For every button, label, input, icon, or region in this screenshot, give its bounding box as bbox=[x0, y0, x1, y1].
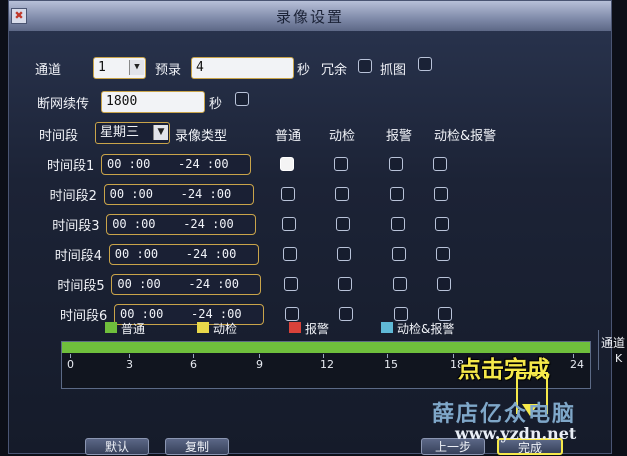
watermark-url: www.yzdn.net bbox=[455, 424, 577, 443]
legend-swatch-alarm bbox=[289, 322, 301, 333]
segment-end-time: -24 :00 bbox=[183, 217, 234, 231]
segment-end-time: -24 :00 bbox=[188, 277, 239, 291]
timeline-tick-label: 0 bbox=[67, 358, 74, 371]
resume-checkbox[interactable] bbox=[235, 92, 249, 106]
timeline-tick-label: 24 bbox=[570, 358, 584, 371]
timeline-tick-label: 3 bbox=[126, 358, 133, 371]
segment-normal-checkbox[interactable] bbox=[285, 307, 300, 321]
legend-normal: 普通 bbox=[121, 322, 146, 336]
segment-label: 时间段4 bbox=[54, 249, 103, 264]
period-label: 时间段 bbox=[39, 129, 79, 144]
segment-end-time: -24 :00 bbox=[180, 187, 232, 201]
redundancy-label: 冗余 bbox=[321, 63, 348, 78]
segment-start-time: 00 :00 bbox=[117, 277, 161, 291]
segment-label: 时间段6 bbox=[60, 309, 108, 324]
timeline-tick-label: 6 bbox=[190, 358, 197, 371]
segment-normal-checkbox[interactable] bbox=[283, 247, 298, 261]
channel-select[interactable]: 1 ▼ bbox=[93, 57, 146, 79]
segment-end-time: -24 :00 bbox=[178, 157, 229, 171]
alarm-header: 报警 bbox=[386, 129, 413, 144]
window-title: 录像设置 bbox=[275, 8, 344, 26]
legend-alarm: 报警 bbox=[305, 322, 330, 336]
segment-time-range[interactable]: 00 :00 -24 :00 bbox=[111, 274, 262, 295]
chevron-down-icon: ▼ bbox=[129, 60, 144, 75]
legend-swatch-motion bbox=[197, 322, 209, 333]
prerecord-label: 预录 bbox=[155, 63, 182, 78]
segment-motion-alarm-checkbox[interactable] bbox=[433, 157, 447, 171]
default-button[interactable]: 默认 bbox=[85, 438, 149, 455]
timeline-tick-label: 9 bbox=[256, 358, 263, 371]
segment-start-time: 00 :00 bbox=[107, 157, 151, 171]
prerecord-unit: 秒 bbox=[297, 63, 311, 78]
title-bar: ✖ 录像设置 bbox=[9, 1, 611, 31]
segment-time-range[interactable]: 00 :00 -24 :00 bbox=[101, 154, 251, 175]
resume-input[interactable]: 1800 bbox=[101, 91, 205, 113]
legend-motion: 动检 bbox=[213, 322, 238, 336]
segment-normal-checkbox[interactable] bbox=[281, 187, 296, 201]
segment-normal-checkbox[interactable] bbox=[284, 277, 299, 291]
segment-motion-alarm-checkbox[interactable] bbox=[434, 187, 449, 201]
segment-time-range[interactable]: 00 :00 -24 :00 bbox=[106, 214, 257, 235]
segment-motion-checkbox[interactable] bbox=[336, 217, 351, 231]
weekday-select[interactable]: 星期三 ▼ bbox=[95, 122, 170, 144]
redundancy-checkbox[interactable] bbox=[358, 59, 372, 73]
legend-swatch-normal bbox=[105, 322, 117, 333]
segment-motion-checkbox[interactable] bbox=[337, 247, 352, 261]
segment-motion-alarm-checkbox[interactable] bbox=[437, 277, 452, 291]
chevron-down-icon: ▼ bbox=[153, 125, 168, 140]
segment-time-range[interactable]: 00 :00 -24 :00 bbox=[108, 244, 259, 265]
segment-normal-checkbox[interactable] bbox=[280, 157, 294, 171]
segment-start-time: 00 :00 bbox=[112, 217, 156, 231]
segment-end-time: -24 :00 bbox=[185, 247, 237, 261]
motion-alarm-header: 动检&报警 bbox=[434, 129, 497, 144]
normal-header: 普通 bbox=[275, 129, 302, 144]
segment-motion-alarm-checkbox[interactable] bbox=[438, 307, 453, 321]
prerecord-input[interactable]: 4 bbox=[191, 57, 294, 79]
rec-type-header: 录像类型 bbox=[175, 129, 228, 144]
segment-label: 时间段1 bbox=[47, 159, 95, 174]
segment-alarm-checkbox[interactable] bbox=[389, 157, 403, 171]
side-text-k: K bbox=[615, 352, 623, 365]
legend-swatch-motion-alarm bbox=[381, 322, 393, 333]
resume-unit: 秒 bbox=[209, 97, 223, 112]
segment-motion-checkbox[interactable] bbox=[335, 187, 350, 201]
segment-alarm-checkbox[interactable] bbox=[393, 277, 408, 291]
weekday-value: 星期三 bbox=[100, 125, 140, 140]
segment-motion-checkbox[interactable] bbox=[339, 307, 354, 321]
motion-header: 动检 bbox=[329, 129, 356, 144]
segment-label: 时间段2 bbox=[49, 189, 97, 204]
timeline-tick-label: 15 bbox=[384, 358, 398, 371]
segment-alarm-checkbox[interactable] bbox=[390, 187, 405, 201]
segment-label: 时间段5 bbox=[57, 279, 105, 294]
segment-normal-checkbox[interactable] bbox=[282, 217, 297, 231]
timeline-tick-label: 12 bbox=[320, 358, 334, 371]
segment-motion-checkbox[interactable] bbox=[334, 157, 348, 171]
resume-label: 断网续传 bbox=[37, 97, 90, 112]
legend-motion-alarm: 动检&报警 bbox=[397, 322, 455, 336]
channel-value: 1 bbox=[98, 60, 106, 75]
snapshot-checkbox[interactable] bbox=[418, 57, 432, 71]
segment-label: 时间段3 bbox=[52, 219, 100, 234]
copy-button[interactable]: 复制 bbox=[165, 438, 229, 455]
side-text-channel: 通道 bbox=[601, 336, 626, 350]
segment-motion-alarm-checkbox[interactable] bbox=[436, 247, 451, 261]
snapshot-label: 抓图 bbox=[380, 63, 407, 78]
segment-motion-checkbox[interactable] bbox=[338, 277, 353, 291]
segment-alarm-checkbox[interactable] bbox=[394, 307, 409, 321]
segment-time-range[interactable]: 00 :00 -24 :00 bbox=[103, 184, 254, 205]
segment-start-time: 00 :00 bbox=[109, 187, 153, 201]
channel-label: 通道 bbox=[35, 63, 62, 78]
segment-alarm-checkbox[interactable] bbox=[391, 217, 406, 231]
segment-alarm-checkbox[interactable] bbox=[392, 247, 407, 261]
segment-motion-alarm-checkbox[interactable] bbox=[435, 217, 450, 231]
side-panel: 通道 K bbox=[598, 330, 627, 370]
segment-start-time: 00 :00 bbox=[114, 247, 159, 261]
